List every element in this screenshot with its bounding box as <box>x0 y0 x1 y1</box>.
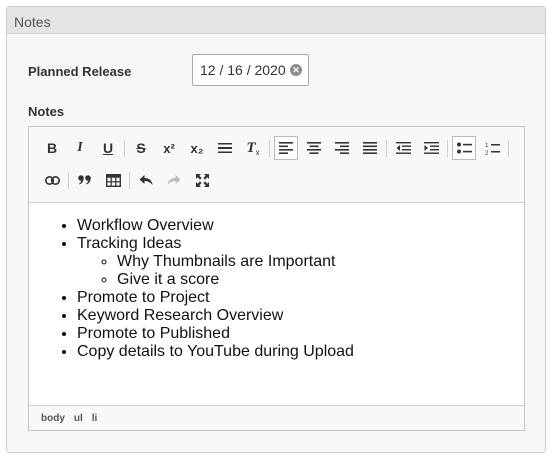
numbered-list-button[interactable]: 12 <box>480 136 504 160</box>
nested-list-item: Why Thumbnails are Important <box>117 253 524 271</box>
align-justify-button[interactable] <box>358 136 382 160</box>
outdent-button[interactable] <box>391 136 415 160</box>
list-item: Promote to Project <box>77 289 524 307</box>
list-item: Keyword Research Overview <box>77 307 524 325</box>
notes-list: Workflow Overview Tracking Ideas Why Thu… <box>29 217 524 361</box>
nested-list-item: Give it a score <box>117 271 524 289</box>
strikethrough-icon: S <box>136 140 146 156</box>
clear-formatting-button[interactable]: Tx <box>241 136 265 160</box>
table-button[interactable] <box>101 168 125 192</box>
link-icon <box>44 175 60 185</box>
toolbar-separator <box>386 139 387 157</box>
clear-date-icon[interactable]: ✕ <box>290 64 302 76</box>
nested-list: Why Thumbnails are Important Give it a s… <box>77 253 524 289</box>
svg-text:1: 1 <box>485 143 489 149</box>
underline-button[interactable]: U <box>96 136 120 160</box>
outdent-icon <box>395 142 411 154</box>
svg-text:2: 2 <box>485 150 489 155</box>
toolbar-separator <box>68 171 69 189</box>
numbered-list-icon: 12 <box>485 143 500 155</box>
editor-content[interactable]: Workflow Overview Tracking Ideas Why Thu… <box>29 203 524 403</box>
indent-icon <box>423 142 439 154</box>
redo-button[interactable] <box>162 168 186 192</box>
element-path-bar: body ul li <box>29 405 524 430</box>
superscript-button[interactable]: x² <box>157 136 181 160</box>
toolbar-separator <box>269 139 270 157</box>
horizontal-rule-icon <box>218 143 232 153</box>
bold-button[interactable]: B <box>40 136 64 160</box>
table-icon <box>105 173 121 187</box>
align-right-icon <box>335 142 349 154</box>
fullscreen-button[interactable] <box>190 168 214 192</box>
rich-text-editor: B I U S x² x₂ Tx 1 2 • Workflow Overview… <box>28 126 525 431</box>
list-item: Workflow Overview <box>77 217 524 235</box>
blockquote-button[interactable] <box>73 168 97 192</box>
bulleted-list-icon <box>456 142 472 154</box>
undo-button[interactable] <box>134 168 158 192</box>
align-left-icon <box>279 142 293 154</box>
panel-title: Notes <box>7 7 545 34</box>
clear-formatting-icon: T <box>246 139 256 156</box>
align-left-button[interactable] <box>274 136 298 160</box>
align-center-button[interactable] <box>302 136 326 160</box>
list-item-text: Tracking Ideas <box>77 235 182 252</box>
bold-icon: B <box>46 140 58 156</box>
horizontal-rule-button[interactable] <box>213 136 237 160</box>
indent-button[interactable] <box>419 136 443 160</box>
editor-toolbar: B I U S x² x₂ Tx 1 2 <box>29 127 524 203</box>
align-center-icon <box>307 142 321 154</box>
toolbar-separator <box>508 139 509 157</box>
path-item-ul[interactable]: ul <box>74 413 83 424</box>
bulleted-list-button[interactable] <box>452 136 476 160</box>
planned-release-date-input[interactable]: 12 / 16 / 2020 ✕ <box>192 54 309 86</box>
notes-label: Notes <box>28 104 65 119</box>
fullscreen-icon <box>195 173 209 187</box>
toolbar-separator <box>124 139 125 157</box>
list-item: Promote to Published <box>77 325 524 343</box>
path-item-li[interactable]: li <box>92 413 98 424</box>
underline-icon: U <box>102 140 114 156</box>
italic-button[interactable]: I <box>68 136 92 160</box>
link-button[interactable] <box>40 168 64 192</box>
subscript-icon: x₂ <box>190 140 204 156</box>
toolbar-separator <box>447 139 448 157</box>
undo-icon <box>139 175 153 185</box>
notes-panel: Notes Planned Release 12 / 16 / 2020 ✕ N… <box>6 6 546 453</box>
list-item: Copy details to YouTube during Upload <box>77 343 524 361</box>
italic-icon: I <box>77 140 83 155</box>
planned-release-date-value: 12 / 16 / 2020 <box>200 62 286 78</box>
redo-icon <box>167 175 181 185</box>
planned-release-label: Planned Release <box>28 64 132 79</box>
align-justify-icon <box>363 142 377 154</box>
list-item: Tracking Ideas Why Thumbnails are Import… <box>77 235 524 289</box>
toolbar-separator <box>129 171 130 189</box>
strikethrough-button[interactable]: S <box>129 136 153 160</box>
path-item-body[interactable]: body <box>41 413 65 424</box>
subscript-button[interactable]: x₂ <box>185 136 209 160</box>
align-right-button[interactable] <box>330 136 354 160</box>
superscript-icon: x² <box>163 140 175 156</box>
quote-icon <box>78 175 91 185</box>
